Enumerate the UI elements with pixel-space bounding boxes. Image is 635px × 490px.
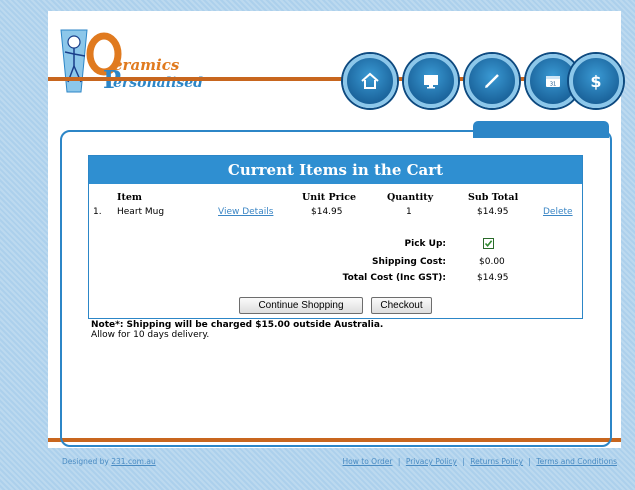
footer-separator: | <box>462 457 465 466</box>
logo-text-top: eramics <box>113 56 180 74</box>
row-item-name: Heart Mug <box>117 207 165 217</box>
designer-link[interactable]: 231.com.au <box>111 457 155 466</box>
footer-link-privacy-policy[interactable]: Privacy Policy <box>406 457 457 466</box>
shipping-note: Note*: Shipping will be charged $15.00 o… <box>91 320 383 340</box>
dollar-icon: $ <box>590 71 602 91</box>
view-details-link[interactable]: View Details <box>218 207 273 217</box>
monitor-icon <box>424 75 438 89</box>
footer-credit: Designed by 231.com.au <box>62 457 156 466</box>
pen-icon <box>485 74 499 88</box>
nav-pen-button[interactable] <box>465 54 519 108</box>
row-unit-price: $14.95 <box>311 207 343 217</box>
col-header-item: Item <box>117 192 142 203</box>
home-icon <box>361 72 379 89</box>
shipping-cost-value: $0.00 <box>479 257 505 267</box>
row-number: 1. <box>93 207 102 217</box>
col-header-sub-total: Sub Total <box>468 192 519 203</box>
nav-home-button[interactable] <box>343 54 397 108</box>
cart-panel: Current Items in the Cart Item Unit Pric… <box>88 155 583 319</box>
footer-link-returns-policy[interactable]: Returns Policy <box>470 457 523 466</box>
footer-links: How to Order | Privacy Policy | Returns … <box>343 457 617 466</box>
shipping-cost-label: Shipping Cost: <box>372 257 446 267</box>
pickup-label: Pick Up: <box>404 239 446 249</box>
row-sub-total: $14.95 <box>477 207 509 217</box>
designed-by-text: Designed by <box>62 457 109 466</box>
pickup-checkbox[interactable] <box>483 238 494 249</box>
footer-link-terms[interactable]: Terms and Conditions <box>536 457 617 466</box>
checkmark-icon <box>484 240 493 248</box>
footer-separator: | <box>397 457 401 466</box>
page-container: P eramics ersonalised 31 $ Current Items… <box>48 11 623 448</box>
calendar-label: 31 <box>550 82 556 88</box>
nav-dollar-button[interactable]: $ <box>569 54 623 108</box>
footer-link-how-to-order[interactable]: How to Order <box>343 457 393 466</box>
cart-title: Current Items in the Cart <box>89 156 582 184</box>
delete-link[interactable]: Delete <box>543 207 573 217</box>
nav-monitor-button[interactable] <box>404 54 458 108</box>
total-cost-label: Total Cost (Inc GST): <box>342 273 446 283</box>
calendar-icon: 31 <box>546 76 560 88</box>
shipping-note-delivery: Allow for 10 days delivery. <box>91 330 210 340</box>
row-quantity: 1 <box>406 207 412 217</box>
continue-shopping-button[interactable]: Continue Shopping <box>239 297 363 314</box>
col-header-unit-price: Unit Price <box>302 192 357 203</box>
site-logo[interactable]: P eramics ersonalised <box>59 22 209 94</box>
total-cost-value: $14.95 <box>477 273 509 283</box>
checkout-button[interactable]: Checkout <box>371 297 432 314</box>
footer-separator: | <box>528 457 531 466</box>
col-header-quantity: Quantity <box>387 192 434 203</box>
shipping-note-bold: Note*: Shipping will be charged $15.00 o… <box>91 320 384 330</box>
